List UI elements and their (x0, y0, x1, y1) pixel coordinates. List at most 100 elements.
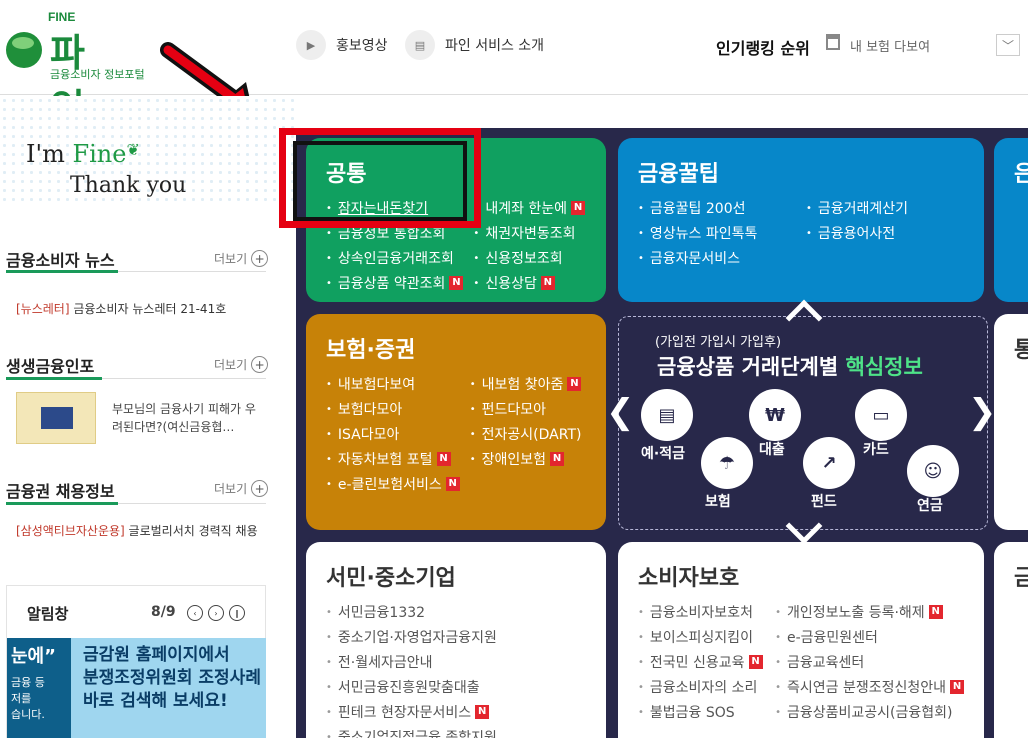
card-insurance-item[interactable]: 보험다모아 (326, 399, 460, 419)
card-consumer-item[interactable]: 금융상품비교공시(금융협회) (775, 702, 964, 722)
new-badge-icon: N (445, 477, 460, 491)
alarm-next-button[interactable]: › (208, 605, 224, 621)
card-tips-item[interactable]: 영상뉴스 파인톡톡 (638, 223, 796, 243)
thank-you-slogan: Thank you (70, 173, 187, 198)
card-right-bot-title: 금 (1014, 566, 1028, 591)
lifecycle-icon[interactable]: ▭ (855, 389, 907, 441)
card-insurance-item[interactable]: 자동차보험 포털N (326, 449, 460, 469)
life-text[interactable]: 부모님의 금융사기 피해가 우려된다면?(여신금융협… (112, 400, 262, 436)
card-tips-item[interactable]: 금융용어사전 (806, 223, 964, 243)
card-item-label: 불법금융 SOS (649, 705, 735, 721)
card-sme-item[interactable]: 서민금융진흥원맞춤대출 (326, 677, 586, 697)
card-common-item[interactable]: 상속인금융거래조회 (326, 248, 463, 268)
card-right-top-title: 은 (1014, 162, 1028, 187)
alarm-prev-button[interactable]: ‹ (187, 605, 203, 621)
alarm-light-line: 바로 검색해 보세요! (83, 691, 228, 711)
card-insurance-item[interactable]: 장애인보험N (470, 449, 586, 469)
chevron-down-icon[interactable] (785, 507, 823, 545)
card-item-label: 자동차보험 포털 (337, 452, 433, 468)
card-sme-item[interactable]: 중소기업직접금융 종합지원 (326, 727, 586, 738)
ranking-dropdown-button[interactable]: ﹀ (996, 34, 1020, 56)
card-item-label: 금융교육센터 (786, 655, 865, 671)
ranking-item[interactable]: 내 보험 다보여 (850, 36, 930, 55)
card-item-label: 내계좌 한눈에 (485, 201, 568, 217)
alarm-slide-current[interactable]: 금감원 홈페이지에서 분쟁조정위원회 조정사례 바로 검색해 보세요! (71, 638, 266, 738)
life-thumbnail[interactable] (16, 392, 96, 444)
lifecycle-subtitle: (가입전 가입시 가입후) (655, 335, 782, 350)
card-item-label: 보이스피싱지킴이 (649, 630, 753, 646)
news-more-button[interactable]: 더보기 + (214, 250, 269, 267)
alarm-dark-line: 저를 (11, 692, 32, 705)
service-intro-link[interactable]: ▤ 파인 서비스 소개 (405, 30, 544, 60)
card-consumer-item[interactable]: 금융소비자의 소리 (638, 677, 765, 697)
lifecycle-label[interactable]: 예·적금 (641, 443, 685, 463)
carousel-next-icon[interactable]: ❯ (968, 392, 997, 432)
lifecycle-label[interactable]: 카드 (863, 439, 889, 459)
card-insurance-item[interactable]: 펀드다모아 (470, 399, 586, 419)
fine-logo[interactable]: FINE 파 인 금융소비자 정보포털 (6, 10, 146, 130)
card-insurance-item[interactable]: 내보험다보여 (326, 374, 460, 394)
card-item-label: 전국민 신용교육 (649, 655, 745, 671)
video-icon: ▶ (296, 30, 326, 60)
lifecycle-icon[interactable]: ↗ (803, 437, 855, 489)
card-right-mid[interactable]: 통 (994, 314, 1028, 530)
card-consumer-item[interactable]: e-금융민원센터 (775, 627, 964, 647)
lifecycle-icon[interactable]: ☺ (907, 445, 959, 497)
job-item[interactable]: [삼성액티브자산운용] 글로벌리서치 경력직 채용 (16, 522, 266, 540)
card-right-mid-title: 통 (1014, 338, 1028, 363)
card-insurance-item[interactable]: e-클린보험서비스N (326, 474, 460, 494)
lifecycle-title: 금융상품 거래단계별 핵심정보 (657, 351, 923, 381)
alarm-light-line: 금감원 홈페이지에서 (83, 645, 230, 665)
card-tips-item[interactable]: 금융거래계산기 (806, 198, 964, 218)
lifecycle-label[interactable]: 보험 (705, 491, 731, 511)
card-tips-item[interactable]: 금융자문서비스 (638, 248, 796, 268)
card-sme-item[interactable]: 핀테크 현장자문서비스N (326, 702, 586, 722)
alarm-slide-prev[interactable]: 눈에” 금융 등 저를 습니다. (7, 638, 71, 738)
card-insurance-title: 보험·증권 (326, 338, 416, 363)
job-more-button[interactable]: 더보기 + (214, 480, 269, 497)
card-consumer-item[interactable]: 불법금융 SOS (638, 702, 765, 722)
card-common-item[interactable]: 채권자변동조회 (473, 223, 586, 243)
card-item-label: 금융상품비교공시(금융협회) (786, 705, 953, 721)
card-item-label: 보험다모아 (337, 402, 403, 418)
card-common-item[interactable]: 내계좌 한눈에N (473, 198, 586, 218)
alarm-light-line: 분쟁조정위원회 조정사례 (83, 668, 261, 688)
lifecycle-label[interactable]: 펀드 (811, 491, 837, 511)
card-insurance-item[interactable]: 전자공시(DART) (470, 424, 586, 444)
lifecycle-title-highlight: 핵심정보 (845, 355, 923, 379)
lifecycle-label[interactable]: 대출 (759, 439, 785, 459)
card-consumer-item[interactable]: 금융교육센터 (775, 652, 964, 672)
lifecycle-icon[interactable]: ☂ (701, 437, 753, 489)
carousel-prev-icon[interactable]: ❮ (606, 392, 635, 432)
card-consumer-item[interactable]: 전국민 신용교육N (638, 652, 765, 672)
chevron-up-icon[interactable] (785, 299, 823, 337)
card-right-bot[interactable]: 금 (994, 542, 1028, 738)
card-consumer-item[interactable]: 즉시연금 분쟁조정신청안내 N (775, 677, 964, 697)
news-item[interactable]: [뉴스레터] 금융소비자 뉴스레터 21-41호 (16, 300, 226, 317)
card-tips-item[interactable]: 금융꿀팁 200선 (638, 198, 796, 218)
card-insurance-item[interactable]: 내보험 찾아줌N (470, 374, 586, 394)
card-sme-item[interactable]: 전·월세자금안내 (326, 652, 586, 672)
card-consumer-item[interactable]: 보이스피싱지킴이 (638, 627, 765, 647)
card-common-item[interactable]: 금융상품 약관조회N (326, 273, 464, 293)
card-sme-item[interactable]: 서민금융1332 (326, 602, 586, 622)
card-common-item[interactable]: 신용정보조회 (473, 248, 586, 268)
promo-video-link[interactable]: ▶ 홍보영상 (296, 30, 388, 60)
fine-text: Fine (72, 140, 127, 168)
card-item-label: 중소기업·자영업자금융지원 (337, 630, 497, 646)
alarm-pause-button[interactable]: ∥ (229, 605, 245, 621)
card-common-item[interactable]: 신용상담N (473, 273, 586, 293)
lifecycle-icon[interactable]: ▤ (641, 389, 693, 441)
card-insurance-item[interactable]: ISA다모아 (326, 424, 460, 444)
more-label: 더보기 (214, 482, 248, 496)
card-consumer-item[interactable]: 금융소비자보호처 (638, 602, 765, 622)
lifecycle-label[interactable]: 연금 (917, 495, 943, 515)
promo-video-label: 홍보영상 (336, 38, 388, 54)
lifecycle-icon[interactable]: ₩ (749, 389, 801, 441)
card-right-top[interactable]: 은 (994, 138, 1028, 302)
life-more-button[interactable]: 더보기 + (214, 356, 269, 373)
card-sme-item[interactable]: 중소기업·자영업자금융지원 (326, 627, 586, 647)
card-consumer-item[interactable]: 개인정보노출 등록·해제N (775, 602, 964, 622)
new-badge-icon: N (567, 377, 582, 391)
card-item-label: 서민금융진흥원맞춤대출 (337, 680, 480, 696)
